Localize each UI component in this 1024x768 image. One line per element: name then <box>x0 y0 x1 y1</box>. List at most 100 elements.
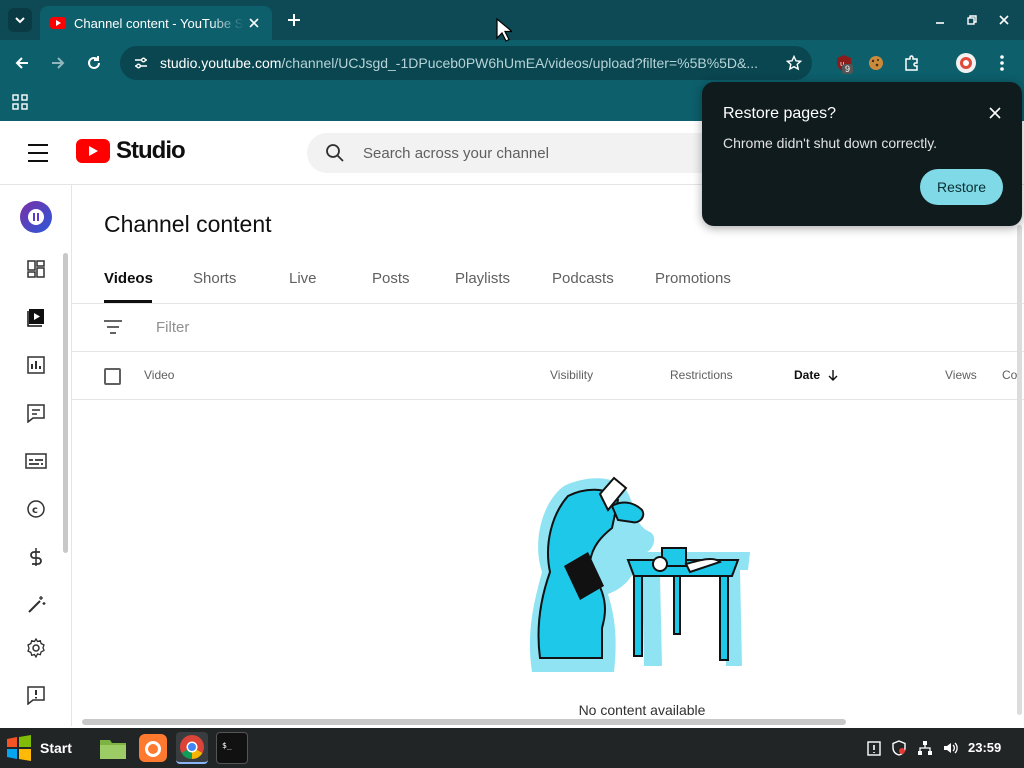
profile-button[interactable] <box>952 49 980 77</box>
menu-hamburger-icon[interactable] <box>24 141 52 165</box>
search-icon <box>307 143 363 163</box>
restore-button[interactable]: Restore <box>920 169 1003 205</box>
tab-posts[interactable]: Posts <box>372 270 410 287</box>
volume-tray-icon[interactable] <box>942 739 960 757</box>
column-views: Views <box>945 368 977 382</box>
extensions-button[interactable] <box>898 49 926 77</box>
extension-badge: 9 <box>842 64 854 74</box>
content-tabs: Videos Shorts Live Posts Playlists Podca… <box>72 258 1024 304</box>
page-scrollbar[interactable] <box>1017 225 1022 715</box>
filter-icon[interactable] <box>102 318 124 336</box>
sidebar-scrollbar[interactable] <box>63 253 68 553</box>
mouse-cursor-icon <box>496 18 512 42</box>
empty-state-message: No content available <box>578 702 706 718</box>
more-vertical-icon <box>1000 55 1004 71</box>
shield-tray-icon[interactable] <box>890 739 908 757</box>
chrome-icon <box>180 735 204 759</box>
filter-bar: Filter <box>72 304 1024 352</box>
cookie-icon <box>869 56 883 70</box>
svg-text:c: c <box>32 505 38 516</box>
restore-dialog-message: Chrome didn't shut down correctly. <box>723 135 938 151</box>
earn-icon[interactable] <box>24 545 48 569</box>
chrome-app[interactable] <box>176 732 208 764</box>
firefox-app[interactable] <box>137 732 169 764</box>
restore-window-button[interactable] <box>960 8 984 32</box>
logo-text: Studio <box>116 137 186 164</box>
minimize-icon <box>936 22 944 24</box>
page-title: Channel content <box>104 211 272 237</box>
arrow-left-icon <box>15 57 28 69</box>
close-tab-icon[interactable] <box>244 13 264 33</box>
channel-search-input[interactable]: Search across your channel <box>307 133 727 173</box>
chrome-menu-button[interactable] <box>988 49 1016 77</box>
youtube-favicon-icon <box>50 15 66 31</box>
column-visibility: Visibility <box>550 368 594 382</box>
column-date-label: Date <box>794 368 821 382</box>
os-taskbar: Start $_ 23:59 <box>0 728 1024 768</box>
search-placeholder: Search across your channel <box>363 144 549 162</box>
column-date[interactable]: Date <box>794 368 839 382</box>
url-text: studio.youtube.com/channel/UCJsgd_-1DPuc… <box>160 55 759 71</box>
browser-tab-strip: Channel content - YouTube Studio <box>0 0 1024 40</box>
address-bar[interactable]: studio.youtube.com/channel/UCJsgd_-1DPuc… <box>120 46 812 80</box>
file-manager-app[interactable] <box>97 732 129 764</box>
arrow-down-icon <box>828 370 838 381</box>
tab-videos[interactable]: Videos <box>104 270 153 287</box>
restore-dialog-title: Restore pages? <box>723 105 836 122</box>
windows-logo-icon <box>7 735 31 761</box>
youtube-studio-logo[interactable]: Studio <box>76 137 186 165</box>
close-icon <box>999 15 1009 25</box>
tab-promotions[interactable]: Promotions <box>655 270 731 287</box>
close-icon[interactable] <box>984 102 1006 124</box>
clipboard-tray-icon[interactable] <box>865 739 883 757</box>
arrow-right-icon <box>52 57 65 69</box>
table-header: Video Visibility Restrictions Date Views… <box>72 352 1024 400</box>
apps-grid-icon[interactable] <box>12 94 28 110</box>
puzzle-icon <box>905 55 918 71</box>
settings-gear-icon[interactable] <box>24 636 48 660</box>
customization-wand-icon[interactable] <box>24 593 48 617</box>
analytics-icon[interactable] <box>24 353 48 377</box>
tab-search-button[interactable] <box>8 8 32 32</box>
select-all-checkbox[interactable] <box>104 368 121 385</box>
terminal-icon: $_ <box>222 741 232 750</box>
new-tab-button[interactable] <box>282 8 306 32</box>
filter-input[interactable]: Filter <box>156 319 189 336</box>
subtitles-icon[interactable] <box>24 449 48 473</box>
cookie-extension-button[interactable] <box>862 49 890 77</box>
content-icon[interactable] <box>24 305 48 329</box>
back-button[interactable] <box>8 49 36 77</box>
start-button[interactable]: Start <box>4 732 80 764</box>
site-settings-icon[interactable] <box>126 55 156 71</box>
browser-tab-active[interactable]: Channel content - YouTube Studio <box>40 6 272 40</box>
channel-avatar[interactable] <box>20 201 52 233</box>
column-restrictions: Restrictions <box>670 368 733 382</box>
clock[interactable]: 23:59 <box>968 740 1001 755</box>
terminal-app[interactable]: $_ <box>216 732 248 764</box>
start-label: Start <box>40 740 72 756</box>
dashboard-icon[interactable] <box>24 257 48 281</box>
horizontal-scrollbar[interactable] <box>82 719 846 725</box>
bookmark-star-icon[interactable] <box>776 55 812 71</box>
copyright-icon[interactable]: c <box>24 497 48 521</box>
comments-icon[interactable] <box>24 401 48 425</box>
tab-shorts[interactable]: Shorts <box>193 270 236 287</box>
tab-podcasts[interactable]: Podcasts <box>552 270 614 287</box>
tab-playlists[interactable]: Playlists <box>455 270 510 287</box>
restore-pages-dialog: Restore pages? Chrome didn't shut down c… <box>702 82 1022 226</box>
reload-button[interactable] <box>80 49 108 77</box>
feedback-icon[interactable] <box>24 683 48 707</box>
empty-state-illustration <box>529 476 750 672</box>
ublock-extension-button[interactable]: u 9 <box>830 49 858 77</box>
minimize-button[interactable] <box>928 8 952 32</box>
firefox-icon <box>139 734 167 762</box>
network-tray-icon[interactable] <box>916 739 934 757</box>
close-window-button[interactable] <box>992 8 1016 32</box>
forward-button[interactable] <box>44 49 72 77</box>
folder-icon <box>100 740 126 759</box>
tab-live[interactable]: Live <box>289 270 317 287</box>
browser-toolbar: studio.youtube.com/channel/UCJsgd_-1DPuc… <box>0 40 1024 86</box>
plus-icon <box>288 14 300 26</box>
restore-window-icon <box>967 15 977 25</box>
left-sidebar: c <box>0 185 72 726</box>
